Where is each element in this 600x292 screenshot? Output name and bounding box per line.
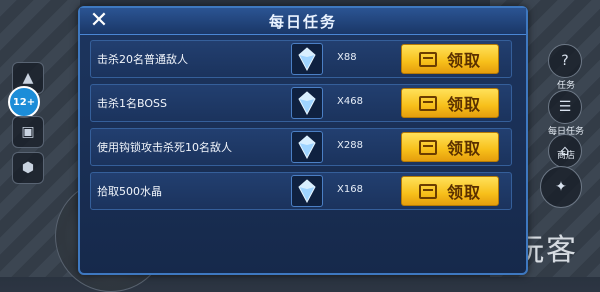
crystal-icon — [291, 131, 323, 163]
age-rating-badge: 12+ — [8, 86, 40, 118]
claim-button[interactable]: 领取 — [401, 176, 499, 206]
claim-label: 领取 — [446, 183, 481, 202]
ticket-icon — [418, 183, 437, 199]
hud-left-shield-icon[interactable]: ⬢ — [12, 152, 44, 184]
task-description: 拾取500水晶 — [97, 185, 162, 198]
daily-tasks-dialog: ✕ 每日任务 击杀20名普通敌人 X88 领取 击杀1名BOSS X468 领取… — [78, 6, 528, 275]
task-description: 使用钩锁攻击杀死10名敌人 — [97, 141, 232, 154]
reward-count: X468 — [337, 96, 363, 107]
reward-count: X288 — [337, 140, 363, 151]
claim-button[interactable]: 领取 — [401, 88, 499, 118]
hud-right-help-icon[interactable]: ? — [548, 44, 582, 78]
crystal-icon — [291, 43, 323, 75]
claim-button[interactable]: 领取 — [401, 132, 499, 162]
task-description: 击杀20名普通敌人 — [97, 53, 188, 66]
claim-label: 领取 — [446, 95, 481, 114]
crystal-icon — [291, 87, 323, 119]
hud-right-action-icon[interactable]: ✦ — [540, 166, 582, 208]
ticket-icon — [418, 51, 437, 67]
task-row: 拾取500水晶 X168 领取 — [90, 172, 512, 210]
task-row: 使用钩锁攻击杀死10名敌人 X288 领取 — [90, 128, 512, 166]
hud-right-label-shop: 商店 — [556, 151, 575, 161]
task-row: 击杀1名BOSS X468 领取 — [90, 84, 512, 122]
hud-right-daily-icon[interactable]: ☰ — [548, 90, 582, 124]
dialog-title-bar: ✕ 每日任务 — [80, 8, 526, 35]
ticket-icon — [418, 139, 437, 155]
task-description: 击杀1名BOSS — [97, 97, 167, 110]
dialog-title: 每日任务 — [268, 13, 337, 31]
claim-label: 领取 — [446, 51, 481, 70]
ticket-icon — [418, 95, 437, 111]
claim-label: 领取 — [446, 139, 481, 158]
claim-button[interactable]: 领取 — [401, 44, 499, 74]
reward-count: X88 — [337, 52, 357, 63]
hud-left-inventory-icon[interactable]: ▣ — [12, 116, 44, 148]
task-row: 击杀20名普通敌人 X88 领取 — [90, 40, 512, 78]
reward-count: X168 — [337, 184, 363, 195]
crystal-icon — [291, 175, 323, 207]
